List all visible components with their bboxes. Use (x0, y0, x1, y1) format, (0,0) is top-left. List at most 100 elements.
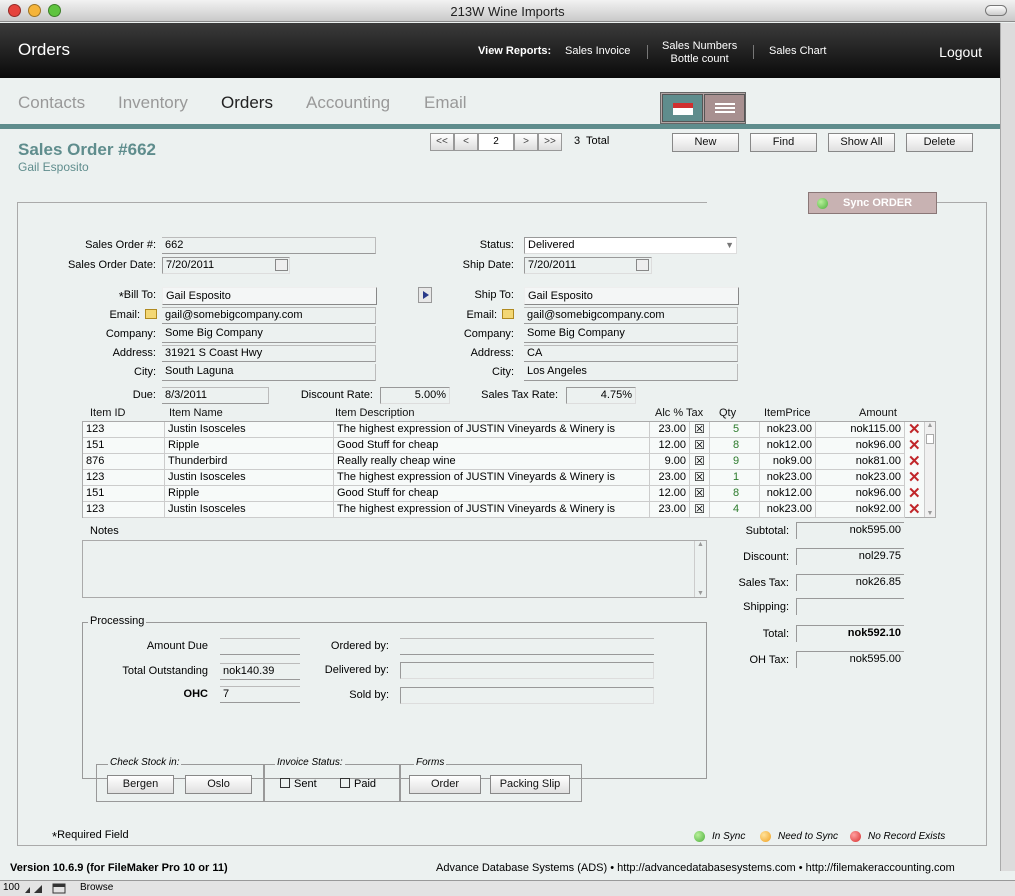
scroll-up-icon[interactable]: ▲ (925, 422, 935, 429)
qty-cell[interactable]: 5 (710, 422, 760, 438)
amount-cell[interactable]: nok96.00 (816, 438, 905, 454)
qty-cell[interactable]: 8 (710, 438, 760, 454)
qty-cell[interactable]: 8 (710, 486, 760, 502)
item-price-cell[interactable]: nok12.00 (760, 486, 816, 502)
alc-cell[interactable]: 23.00 (650, 502, 690, 518)
alc-cell[interactable]: 9.00 (650, 454, 690, 470)
delivered-by-field[interactable] (400, 662, 654, 679)
tax-checkbox[interactable]: ☒ (690, 438, 710, 454)
calendar-icon[interactable] (275, 259, 288, 271)
item-description-cell[interactable]: The highest expression of JUSTIN Vineyar… (334, 502, 650, 518)
item-price-cell[interactable]: nok23.00 (760, 470, 816, 486)
item-description-cell[interactable]: Really really cheap wine (334, 454, 650, 470)
amount-cell[interactable]: nok23.00 (816, 470, 905, 486)
bill-to-field[interactable]: Gail Esposito (162, 287, 377, 305)
notes-scrollbar[interactable]: ▲ ▼ (694, 541, 706, 597)
mode-indicator[interactable]: Browse (80, 882, 113, 893)
item-description-cell[interactable]: The highest expression of JUSTIN Vineyar… (334, 470, 650, 486)
send-email-icon[interactable] (502, 309, 514, 319)
tab-contacts[interactable]: Contacts (18, 93, 85, 113)
tab-email[interactable]: Email (424, 93, 467, 113)
ship-email-field[interactable]: gail@somebigcompany.com (524, 307, 738, 324)
logout-button[interactable]: Logout (939, 44, 982, 60)
item-id-cell[interactable]: 151 (83, 438, 165, 454)
check-stock-bergen-button[interactable]: Bergen (107, 775, 174, 794)
sales-tax-rate-field[interactable]: 4.75% (566, 387, 636, 404)
bill-email-field[interactable]: gail@somebigcompany.com (162, 307, 376, 324)
qty-cell[interactable]: 4 (710, 502, 760, 518)
delete-row-icon[interactable]: ✕ (908, 502, 921, 517)
item-price-cell[interactable]: nok12.00 (760, 438, 816, 454)
list-view-button[interactable] (704, 94, 745, 122)
item-name-cell[interactable]: Ripple (165, 438, 334, 454)
item-id-cell[interactable]: 876 (83, 454, 165, 470)
tab-accounting[interactable]: Accounting (306, 93, 390, 113)
scroll-down-icon[interactable]: ▼ (925, 510, 935, 517)
sales-order-number-field[interactable]: 662 (162, 237, 376, 254)
paid-checkbox[interactable] (340, 778, 350, 788)
notes-field[interactable]: ▲ ▼ (82, 540, 707, 598)
ship-address-field[interactable]: CA (524, 345, 738, 362)
bill-city-field[interactable]: South Laguna (162, 364, 376, 381)
item-name-cell[interactable]: Justin Isosceles (165, 422, 334, 438)
toolbar-toggle-icon[interactable] (985, 5, 1007, 16)
delete-button[interactable]: Delete (906, 133, 973, 152)
amount-cell[interactable]: nok115.00 (816, 422, 905, 438)
item-id-cell[interactable]: 123 (83, 422, 165, 438)
tax-checkbox[interactable]: ☒ (690, 470, 710, 486)
item-id-cell[interactable]: 123 (83, 502, 165, 518)
bill-company-field[interactable]: Some Big Company (162, 326, 376, 343)
calendar-icon[interactable] (636, 259, 649, 271)
line-items-scrollbar[interactable]: ▲ ▼ (924, 422, 935, 517)
scroll-down-icon[interactable]: ▼ (695, 590, 706, 597)
next-record-button[interactable]: > (514, 133, 538, 151)
amount-cell[interactable]: nok92.00 (816, 502, 905, 518)
item-description-cell[interactable]: Good Stuff for cheap (334, 486, 650, 502)
ship-to-field[interactable]: Gail Esposito (524, 287, 739, 305)
zoom-controls-icon[interactable] (24, 883, 50, 894)
report-sales-chart-link[interactable]: Sales Chart (769, 45, 826, 58)
check-stock-oslo-button[interactable]: Oslo (185, 775, 252, 794)
delete-row-icon[interactable]: ✕ (908, 486, 921, 501)
item-name-cell[interactable]: Justin Isosceles (165, 470, 334, 486)
item-description-cell[interactable]: Good Stuff for cheap (334, 438, 650, 454)
record-number-input[interactable]: 2 (478, 133, 514, 151)
item-name-cell[interactable]: Ripple (165, 486, 334, 502)
sold-by-field[interactable] (400, 687, 654, 704)
delete-row-icon[interactable]: ✕ (908, 438, 921, 453)
item-price-cell[interactable]: nok9.00 (760, 454, 816, 470)
item-price-cell[interactable]: nok23.00 (760, 502, 816, 518)
alc-cell[interactable]: 23.00 (650, 470, 690, 486)
ordered-by-field[interactable] (400, 638, 654, 655)
last-record-button[interactable]: >> (538, 133, 562, 151)
qty-cell[interactable]: 1 (710, 470, 760, 486)
zoom-level[interactable]: 100 (3, 882, 20, 893)
delete-row-icon[interactable]: ✕ (908, 470, 921, 485)
item-id-cell[interactable]: 151 (83, 486, 165, 502)
send-email-icon[interactable] (145, 309, 157, 319)
discount-rate-field[interactable]: 5.00% (380, 387, 450, 404)
prev-record-button[interactable]: < (454, 133, 478, 151)
new-button[interactable]: New (672, 133, 739, 152)
item-description-cell[interactable]: The highest expression of JUSTIN Vineyar… (334, 422, 650, 438)
qty-cell[interactable]: 9 (710, 454, 760, 470)
sent-checkbox[interactable] (280, 778, 290, 788)
delete-row-icon[interactable]: ✕ (908, 454, 921, 469)
tax-checkbox[interactable]: ☒ (690, 422, 710, 438)
due-field[interactable]: 8/3/2011 (162, 387, 269, 404)
amount-cell[interactable]: nok81.00 (816, 454, 905, 470)
status-area-toggle-icon[interactable] (52, 883, 66, 894)
sales-order-date-field[interactable]: 7/20/2011 (162, 257, 290, 274)
order-form-button[interactable]: Order (409, 775, 481, 794)
alc-cell[interactable]: 12.00 (650, 438, 690, 454)
delete-row-icon[interactable]: ✕ (908, 422, 921, 437)
tab-inventory[interactable]: Inventory (118, 93, 188, 113)
amount-cell[interactable]: nok96.00 (816, 486, 905, 502)
tax-checkbox[interactable]: ☒ (690, 486, 710, 502)
scroll-up-icon[interactable]: ▲ (695, 541, 706, 548)
tax-checkbox[interactable]: ☒ (690, 454, 710, 470)
sync-order-button[interactable]: Sync ORDER (808, 192, 937, 214)
item-id-cell[interactable]: 123 (83, 470, 165, 486)
item-name-cell[interactable]: Thunderbird (165, 454, 334, 470)
ship-city-field[interactable]: Los Angeles (524, 364, 738, 381)
